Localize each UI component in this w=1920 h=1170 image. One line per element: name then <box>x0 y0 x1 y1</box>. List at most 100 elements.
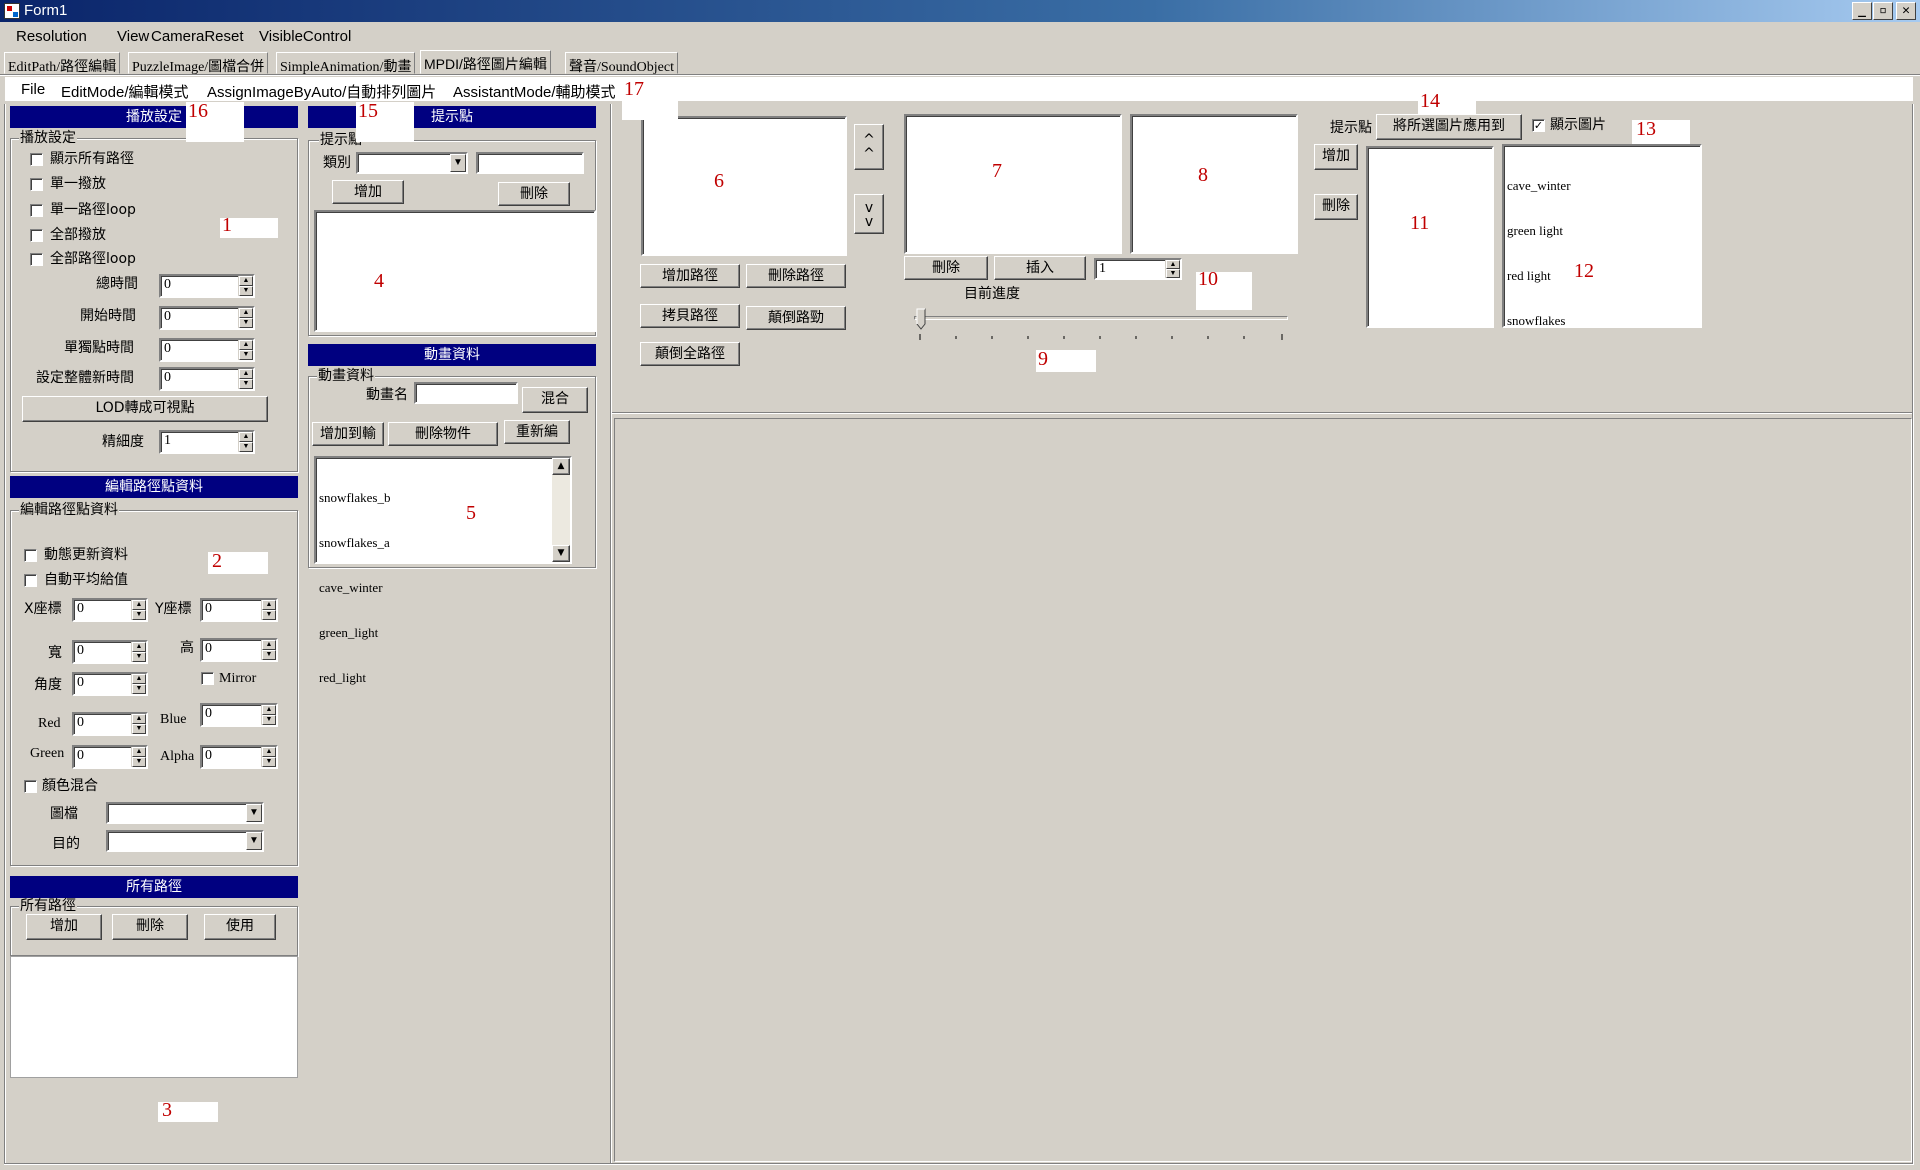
maximize-button[interactable]: ▫ <box>1873 2 1893 20</box>
single-point-time-spinner[interactable]: ▲ ▼ <box>238 340 253 360</box>
set-total-time-spinner[interactable]: ▲ ▼ <box>238 369 253 389</box>
single-play-checkbox[interactable] <box>30 178 43 191</box>
add-path-top-button[interactable]: 增加路徑 <box>640 264 740 288</box>
tab-mpdi[interactable]: MPDI/路徑圖片編輯 <box>420 50 551 74</box>
menu-camera-reset[interactable]: CameraReset <box>151 28 244 45</box>
hint-image-box[interactable] <box>1366 146 1494 328</box>
hint-add-button[interactable]: 增加 <box>332 180 404 204</box>
angle-input[interactable]: 0 ▲ ▼ <box>72 672 148 696</box>
show-image-checkbox[interactable]: ✓ <box>1532 119 1545 132</box>
scroll-up-icon[interactable]: ▲ <box>552 458 570 475</box>
y-coord-spinner[interactable]: ▲ ▼ <box>261 600 276 620</box>
insert-point-button[interactable]: 插入 <box>994 256 1086 280</box>
preview-box-7[interactable] <box>904 114 1122 254</box>
width-input[interactable]: 0 ▲ ▼ <box>72 640 148 664</box>
single-path-loop-checkbox[interactable] <box>30 204 43 217</box>
preview-box-8[interactable] <box>1130 114 1298 254</box>
hint-delete-button[interactable]: 刪除 <box>498 182 570 206</box>
green-input[interactable]: 0 ▲ ▼ <box>72 745 148 769</box>
tab-simple-animation[interactable]: SimpleAnimation/動畫 <box>276 52 416 75</box>
hint-name-input[interactable] <box>476 152 584 174</box>
hint-point-list[interactable] <box>314 210 596 332</box>
apply-selected-image-button[interactable]: 將所選圖片應用到 <box>1376 114 1522 140</box>
minimize-button[interactable]: _ <box>1852 2 1872 20</box>
height-input[interactable]: 0 ▲ ▼ <box>200 638 278 662</box>
play-all-checkbox[interactable] <box>30 229 43 242</box>
x-coord-input[interactable]: 0 ▲ ▼ <box>72 598 148 622</box>
menu-view[interactable]: View <box>117 28 149 45</box>
list-item[interactable]: green_light <box>319 625 548 640</box>
list-item[interactable]: red_light <box>319 670 548 685</box>
delete-point-button[interactable]: 刪除 <box>904 256 988 280</box>
animation-list[interactable]: snowflakes_b snowflakes_a cave_winter gr… <box>314 456 572 685</box>
y-coord-input[interactable]: 0 ▲ ▼ <box>200 598 278 622</box>
start-time-input[interactable]: 0 ▲ ▼ <box>159 306 255 330</box>
submenu-edit-mode[interactable]: EditMode/編輯模式 <box>61 81 189 102</box>
delete-object-button[interactable]: 刪除物件 <box>388 422 498 446</box>
list-item[interactable]: green light <box>1507 223 1697 238</box>
x-coord-spinner[interactable]: ▲ ▼ <box>131 600 146 620</box>
mirror-checkbox[interactable] <box>201 672 214 685</box>
width-spinner[interactable]: ▲ ▼ <box>131 642 146 662</box>
total-time-spinner[interactable]: ▲ ▼ <box>238 276 253 296</box>
progress-slider-thumb[interactable] <box>916 308 926 330</box>
tab-puzzle-image[interactable]: PuzzleImage/圖檔合併 <box>128 52 269 75</box>
reverse-path-button[interactable]: 顛倒路勁 <box>746 306 846 330</box>
move-down-button[interactable]: v v <box>854 194 884 234</box>
show-all-paths-checkbox[interactable] <box>30 153 43 166</box>
angle-spinner[interactable]: ▲ ▼ <box>131 674 146 694</box>
fineness-input[interactable]: 1 ▲ ▼ <box>159 430 255 454</box>
list-item[interactable]: snowflakes_a <box>319 535 548 550</box>
fineness-spinner[interactable]: ▲ ▼ <box>238 432 253 452</box>
dynamic-update-checkbox[interactable] <box>24 549 37 562</box>
submenu-assistant-mode[interactable]: AssistantMode/輔助模式 <box>453 81 616 102</box>
submenu-file[interactable]: File <box>21 81 45 98</box>
animation-name-input[interactable] <box>414 382 518 404</box>
add-to-output-button[interactable]: 增加到輸 <box>312 422 384 446</box>
red-input[interactable]: 0 ▲ ▼ <box>72 712 148 736</box>
list-item[interactable]: cave_winter <box>319 580 548 595</box>
height-spinner[interactable]: ▲ ▼ <box>261 640 276 660</box>
blend-button[interactable]: 混合 <box>522 387 588 413</box>
delete-path-top-button[interactable]: 刪除路徑 <box>746 264 846 288</box>
set-total-time-input[interactable]: 0 ▲ ▼ <box>159 367 255 391</box>
alpha-input[interactable]: 0 ▲ ▼ <box>200 745 278 769</box>
all-paths-list[interactable] <box>10 956 298 1078</box>
reverse-all-paths-button[interactable]: 顛倒全路徑 <box>640 342 740 366</box>
color-blend-checkbox[interactable] <box>24 780 37 793</box>
copy-path-button[interactable]: 拷貝路徑 <box>640 304 740 328</box>
point-index-input[interactable]: 1 ▲ ▼ <box>1094 258 1182 280</box>
tab-edit-path[interactable]: EditPath/路徑編輯 <box>4 52 121 75</box>
chevron-down-icon[interactable]: ▼ <box>450 154 466 172</box>
animation-list-scrollbar[interactable]: ▲ ▼ <box>552 458 570 562</box>
hint-delete-small-button[interactable]: 刪除 <box>1314 194 1358 220</box>
submenu-assign-image[interactable]: AssignImageByAuto/自動排列圖片 <box>207 81 436 102</box>
move-up-button[interactable]: ^ ^ <box>854 124 884 170</box>
green-spinner[interactable]: ▲ ▼ <box>131 747 146 767</box>
red-spinner[interactable]: ▲ ▼ <box>131 714 146 734</box>
tab-sound-object[interactable]: 聲音/SoundObject <box>565 52 678 75</box>
category-dropdown[interactable]: ▼ <box>356 152 468 174</box>
menu-resolution[interactable]: Resolution <box>16 28 87 45</box>
chevron-down-icon[interactable]: ▼ <box>246 804 262 822</box>
destination-dropdown[interactable]: ▼ <box>106 830 264 852</box>
list-item[interactable]: snowflakes_b <box>319 490 548 505</box>
total-time-input[interactable]: 0 ▲ ▼ <box>159 274 255 298</box>
blue-spinner[interactable]: ▲ ▼ <box>261 705 276 725</box>
chevron-down-icon[interactable]: ▼ <box>246 832 262 850</box>
render-canvas[interactable] <box>614 418 1912 1162</box>
close-button[interactable]: ✕ <box>1896 2 1916 20</box>
single-point-time-input[interactable]: 0 ▲ ▼ <box>159 338 255 362</box>
list-item[interactable]: cave_winter <box>1507 178 1697 193</box>
scroll-down-icon[interactable]: ▼ <box>552 545 570 562</box>
menu-visible-control[interactable]: VisibleControl <box>259 28 351 45</box>
add-path-button[interactable]: 增加 <box>26 914 102 940</box>
path-list-box[interactable] <box>641 116 847 256</box>
image-file-dropdown[interactable]: ▼ <box>106 802 264 824</box>
hint-add-small-button[interactable]: 增加 <box>1314 144 1358 170</box>
list-item[interactable]: snowflakes <box>1507 313 1697 328</box>
point-index-spinner[interactable]: ▲ ▼ <box>1165 260 1180 278</box>
image-list[interactable]: cave_winter green light red light snowfl… <box>1502 144 1702 328</box>
delete-path-button[interactable]: 刪除 <box>112 914 188 940</box>
alpha-spinner[interactable]: ▲ ▼ <box>261 747 276 767</box>
